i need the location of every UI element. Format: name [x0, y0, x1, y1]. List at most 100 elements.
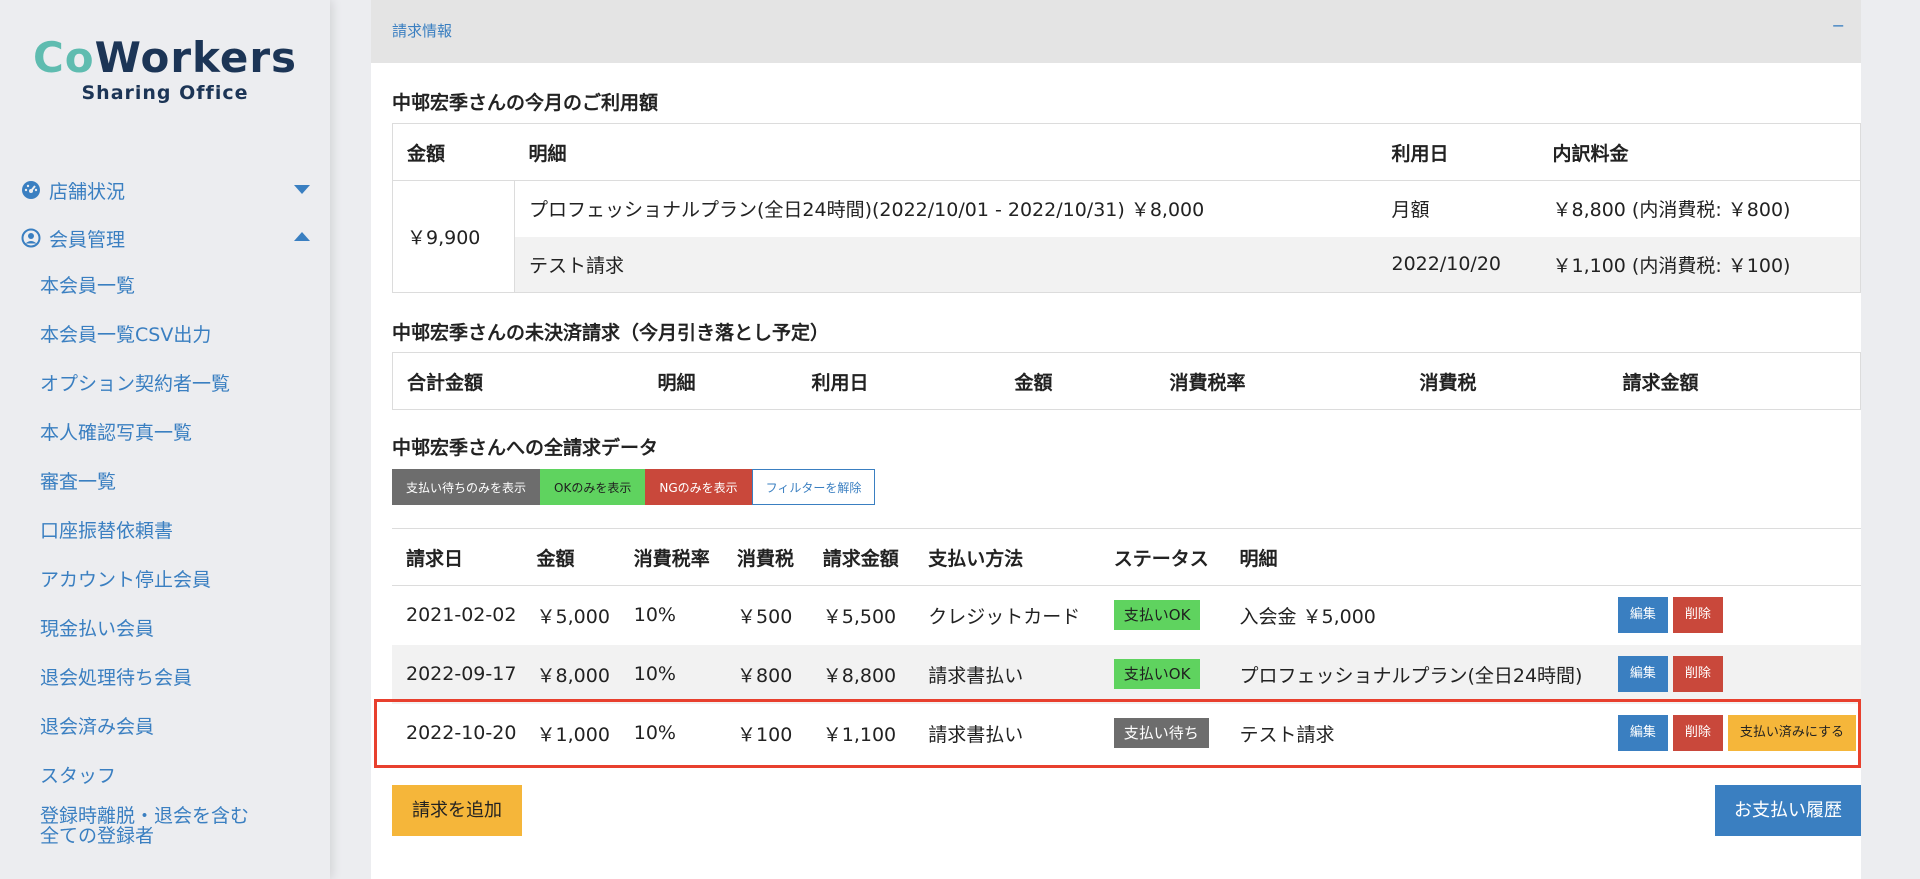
filter-ng-button[interactable]: NGのみを表示 — [645, 469, 752, 505]
logo-workers: Workers — [94, 33, 298, 82]
table-header-row: 金額 明細 利用日 内訳料金 — [392, 123, 1861, 181]
sidebar-item-withdrawn[interactable]: 退会済み会員 — [0, 703, 330, 752]
sidebar-item-all-registrants[interactable]: 登録時離脱・退会を含む 全ての登録者 — [0, 801, 330, 851]
sidebar-item-label: 全ての登録者 — [40, 825, 155, 847]
chevron-down-icon — [294, 185, 310, 194]
dashboard-icon — [20, 180, 41, 201]
add-billing-button[interactable]: 請求を追加 — [392, 785, 522, 836]
column-header: 内訳料金 — [1538, 123, 1861, 181]
column-header: 支払い方法 — [914, 528, 1100, 586]
mark-paid-button[interactable]: 支払い済みにする — [1727, 715, 1856, 751]
column-header: 合計金額 — [407, 371, 484, 394]
billing-amount: ￥1,000 — [536, 723, 610, 746]
sidebar-item-id-photos[interactable]: 本人確認写真一覧 — [0, 409, 330, 458]
sidebar-item-suspended[interactable]: アカウント停止会員 — [0, 556, 330, 605]
filter-bar: 支払い待ちのみを表示 OKのみを表示 NGのみを表示 フィルターを解除 — [392, 469, 876, 505]
billing-detail: テスト請求 — [1239, 723, 1335, 746]
filter-wait-button[interactable]: 支払い待ちのみを表示 — [392, 469, 541, 505]
delete-button[interactable]: 削除 — [1672, 597, 1723, 634]
column-header: 請求金額 — [1622, 371, 1699, 394]
user-circle-icon — [20, 228, 41, 249]
column-header: 金額 — [392, 123, 515, 181]
billing-panel: 請求情報 − 中邨宏季さんの今月のご利用額 金額 明細 利用日 内訳料金 ￥9,… — [371, 0, 1861, 879]
sidebar-item-cash-members[interactable]: 現金払い会員 — [0, 605, 330, 654]
billing-tax: ￥800 — [723, 644, 809, 704]
edit-button[interactable]: 編集 — [1617, 715, 1668, 751]
column-header: 明細 — [514, 123, 1378, 181]
column-header: 明細 — [1225, 528, 1604, 586]
billing-tax-rate: 10% — [633, 722, 676, 744]
logo-wordmark: CoWorkers — [30, 34, 300, 82]
sidebar-item-pending-withdrawal[interactable]: 退会処理待ち会員 — [0, 654, 330, 703]
status-badge: 支払い待ち — [1113, 718, 1209, 748]
nav-group-member-management[interactable]: 会員管理 — [0, 214, 330, 262]
billing-detail: プロフェッショナルプラン(全日24時間) — [1225, 644, 1604, 704]
sidebar-item-label: 登録時離脱・退会を含む — [40, 805, 250, 827]
billing-tax: ￥500 — [737, 605, 793, 628]
usage-breakdown: ￥1,100 (内消費税: ￥100) — [1538, 236, 1861, 293]
sidebar-item-bank-transfer[interactable]: 口座振替依頼書 — [0, 507, 330, 556]
billing-status-cell: 支払いOK — [1099, 644, 1226, 704]
chevron-up-icon — [294, 232, 310, 241]
table-header-row: 合計金額 明細 利用日 金額 消費税率 消費税 請求金額 — [393, 353, 1861, 410]
status-badge: 支払いOK — [1113, 659, 1201, 689]
all-billing-title: 中邨宏季さんへの全請求データ — [392, 437, 659, 459]
sidebar-item-members[interactable]: 本会員一覧 — [0, 262, 330, 311]
column-header-actions — [1603, 528, 1861, 586]
usage-breakdown: ￥8,800 (内消費税: ￥800) — [1552, 199, 1791, 222]
billing-date: 2022-10-20 — [406, 722, 517, 744]
billing-method: クレジットカード — [928, 605, 1081, 628]
usage-detail: テスト請求 — [514, 236, 1378, 293]
delete-button[interactable]: 削除 — [1672, 656, 1723, 692]
billing-tax: ￥100 — [737, 723, 793, 746]
unsettled-title: 中邨宏季さんの未決済請求（今月引き落とし予定） — [392, 322, 830, 344]
sidebar-item-screening[interactable]: 審査一覧 — [0, 458, 330, 507]
delete-button[interactable]: 削除 — [1672, 715, 1723, 751]
logo[interactable]: CoWorkers Sharing Office — [30, 34, 300, 105]
sidebar: CoWorkers Sharing Office 店舗状況 会員管理 本会員一覧… — [0, 0, 330, 879]
usage-title: 中邨宏季さんの今月のご利用額 — [392, 92, 659, 114]
column-header: 消費税率 — [619, 528, 724, 586]
edit-button[interactable]: 編集 — [1617, 656, 1668, 692]
column-header: ステータス — [1099, 528, 1226, 586]
billing-tax-rate: 10% — [633, 604, 676, 627]
billing-date: 2021-02-02 — [406, 604, 517, 627]
filter-ok-button[interactable]: OKのみを表示 — [540, 469, 646, 505]
row-actions: 編集 削除 — [1603, 644, 1861, 704]
sidebar-item-option-contracts[interactable]: オプション契約者一覧 — [0, 360, 330, 409]
usage-date: 月額 — [1391, 199, 1430, 222]
column-header: 消費税 — [723, 528, 809, 586]
billing-total: ￥5,500 — [822, 605, 897, 628]
payment-history-button[interactable]: お支払い履歴 — [1715, 785, 1861, 836]
billing-amount: ￥5,000 — [536, 605, 610, 628]
collapse-button[interactable]: − — [1832, 16, 1845, 35]
billing-date: 2022-09-17 — [392, 644, 523, 704]
table-row-highlighted: 2022-10-20 ￥1,000 10% ￥100 ￥1,100 請求書払い … — [392, 704, 1861, 763]
panel-header: 請求情報 − — [371, 0, 1861, 63]
row-actions: 編集 削除 — [1604, 586, 1861, 645]
sidebar-item-members-csv[interactable]: 本会員一覧CSV出力 — [0, 311, 330, 360]
sidebar-nav: 店舗状況 会員管理 本会員一覧 本会員一覧CSV出力 オプション契約者一覧 本人… — [0, 166, 330, 851]
column-header: 消費税率 — [1169, 371, 1246, 394]
usage-table: 金額 明細 利用日 内訳料金 ￥9,900 プロフェッショナルプラン(全日24時… — [392, 123, 1861, 293]
usage-total: ￥9,900 — [392, 180, 515, 293]
nav-group-label: 会員管理 — [49, 228, 126, 251]
column-header: 金額 — [522, 528, 620, 586]
nav-group-label: 店舗状況 — [49, 180, 126, 203]
filter-clear-button[interactable]: フィルターを解除 — [751, 469, 876, 505]
panel-title: 請求情報 — [392, 22, 453, 40]
column-header: 金額 — [1014, 371, 1053, 394]
table-header-row: 請求日 金額 消費税率 消費税 請求金額 支払い方法 ステータス 明細 — [392, 528, 1861, 586]
billing-status-cell: 支払いOK — [1100, 586, 1226, 645]
billing-total: ￥8,800 — [808, 644, 915, 704]
billing-method: 請求書払い — [928, 723, 1024, 746]
usage-date: 2022/10/20 — [1377, 236, 1539, 293]
billing-method: 請求書払い — [914, 644, 1100, 704]
column-header: 明細 — [657, 371, 696, 394]
row-actions: 編集 削除 支払い済みにする — [1604, 704, 1861, 763]
table-row: ￥9,900 プロフェッショナルプラン(全日24時間)(2022/10/01 -… — [392, 180, 1861, 293]
sidebar-item-staff[interactable]: スタッフ — [0, 752, 330, 801]
billing-detail: 入会金 ￥5,000 — [1239, 605, 1376, 628]
edit-button[interactable]: 編集 — [1617, 597, 1668, 634]
nav-group-store-status[interactable]: 店舗状況 — [0, 166, 330, 214]
